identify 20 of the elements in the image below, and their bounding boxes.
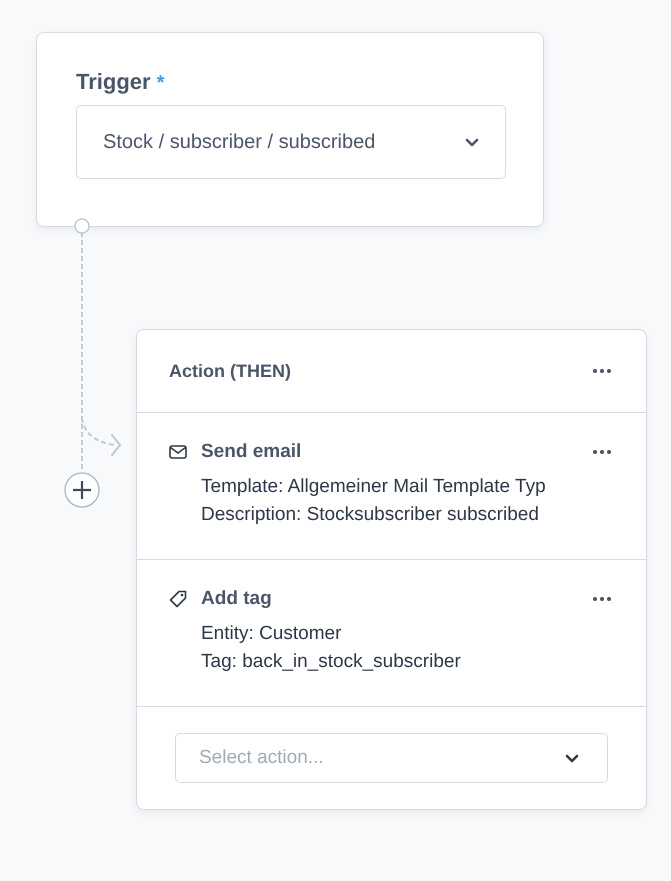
required-mark: * <box>156 72 164 95</box>
card-title: Action (THEN) <box>169 360 291 382</box>
action-detail: Tag: back_in_stock_subscriber <box>201 650 462 674</box>
trigger-select[interactable]: Stock / subscriber / subscribed <box>76 105 506 179</box>
more-options-icon[interactable] <box>592 449 612 455</box>
connector-handle[interactable] <box>74 218 90 234</box>
action-detail: Description: Stocksubscriber subscribed <box>201 503 540 527</box>
tag-icon <box>169 590 187 608</box>
add-step-button[interactable] <box>64 472 100 508</box>
action-title: Send email <box>201 441 302 463</box>
chevron-down-icon <box>465 138 479 146</box>
action-detail: Template: Allgemeiner Mail Template Typ <box>201 475 547 499</box>
connector-arrow <box>81 418 122 456</box>
envelope-icon <box>169 445 187 459</box>
chevron-down-icon <box>565 754 579 762</box>
more-options-icon[interactable] <box>592 596 612 602</box>
action-title: Add tag <box>201 588 273 610</box>
more-options-icon[interactable] <box>592 368 612 374</box>
action-detail: Entity: Customer <box>201 622 342 646</box>
field-label: Trigger <box>76 69 151 95</box>
